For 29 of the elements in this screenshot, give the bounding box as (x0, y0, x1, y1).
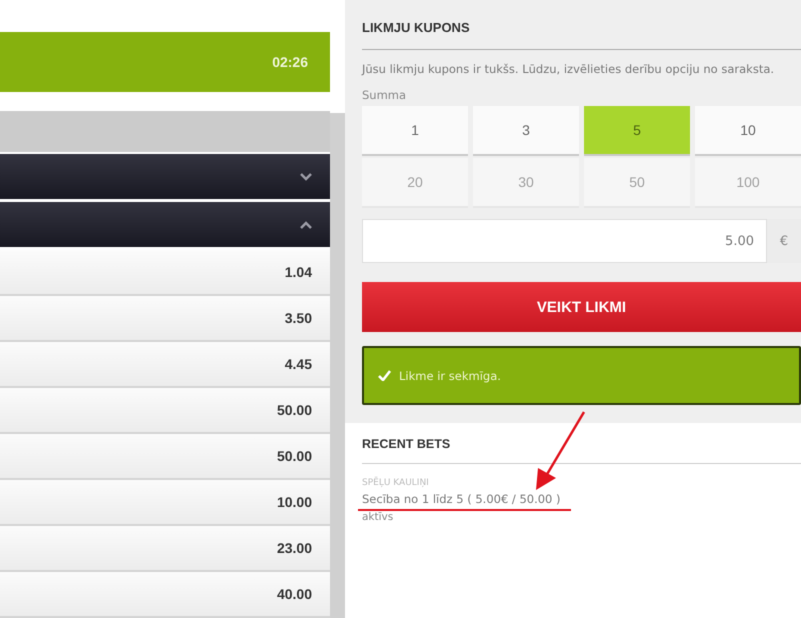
chevron-down-icon (300, 172, 312, 181)
stake-input[interactable]: 5.00 (362, 219, 767, 263)
amount-button[interactable]: 10 (695, 106, 801, 156)
game-name: SPĒĻU KAULIŅI (362, 478, 430, 488)
bet-slip-title: LIKMJU KUPONS (362, 12, 801, 50)
chevron-up-icon (300, 220, 312, 229)
scrollbar[interactable] (330, 113, 345, 618)
amount-button[interactable]: 5 (584, 106, 690, 156)
amount-button[interactable]: 3 (473, 106, 579, 156)
odds-button[interactable]: 4.45 (0, 342, 330, 388)
odds-button[interactable]: 23.00 (0, 526, 330, 572)
bet-status: aktīvs (362, 511, 394, 523)
amount-button[interactable]: 1 (362, 106, 468, 156)
success-text: Likme ir sekmīga. (399, 368, 501, 382)
market-header[interactable] (0, 154, 330, 200)
bet-description: Secība no 1 līdz 5 ( 5.00€ / 50.00 ) (362, 492, 561, 506)
odds-button[interactable]: 50.00 (0, 388, 330, 434)
odds-button[interactable]: 1.04 (0, 250, 330, 296)
amount-label: Summa (362, 88, 408, 102)
empty-slip-message: Jūsu likmju kupons ir tukšs. Lūdzu, izvēlieties derību opciju no saraksta. (362, 61, 776, 78)
recent-bets-title: RECENT BETS (362, 423, 801, 464)
odds-button[interactable]: 10.00 (0, 480, 330, 526)
odds-button[interactable]: 3.50 (0, 296, 330, 342)
market-header[interactable] (0, 202, 330, 247)
odds-button[interactable]: 50.00 (0, 434, 330, 480)
match-time: 02:26 (272, 54, 308, 70)
place-bet-button[interactable]: VEIKT LIKMI (362, 282, 801, 332)
checkmark-icon (378, 370, 391, 381)
odds-button[interactable]: 40.00 (0, 572, 330, 618)
